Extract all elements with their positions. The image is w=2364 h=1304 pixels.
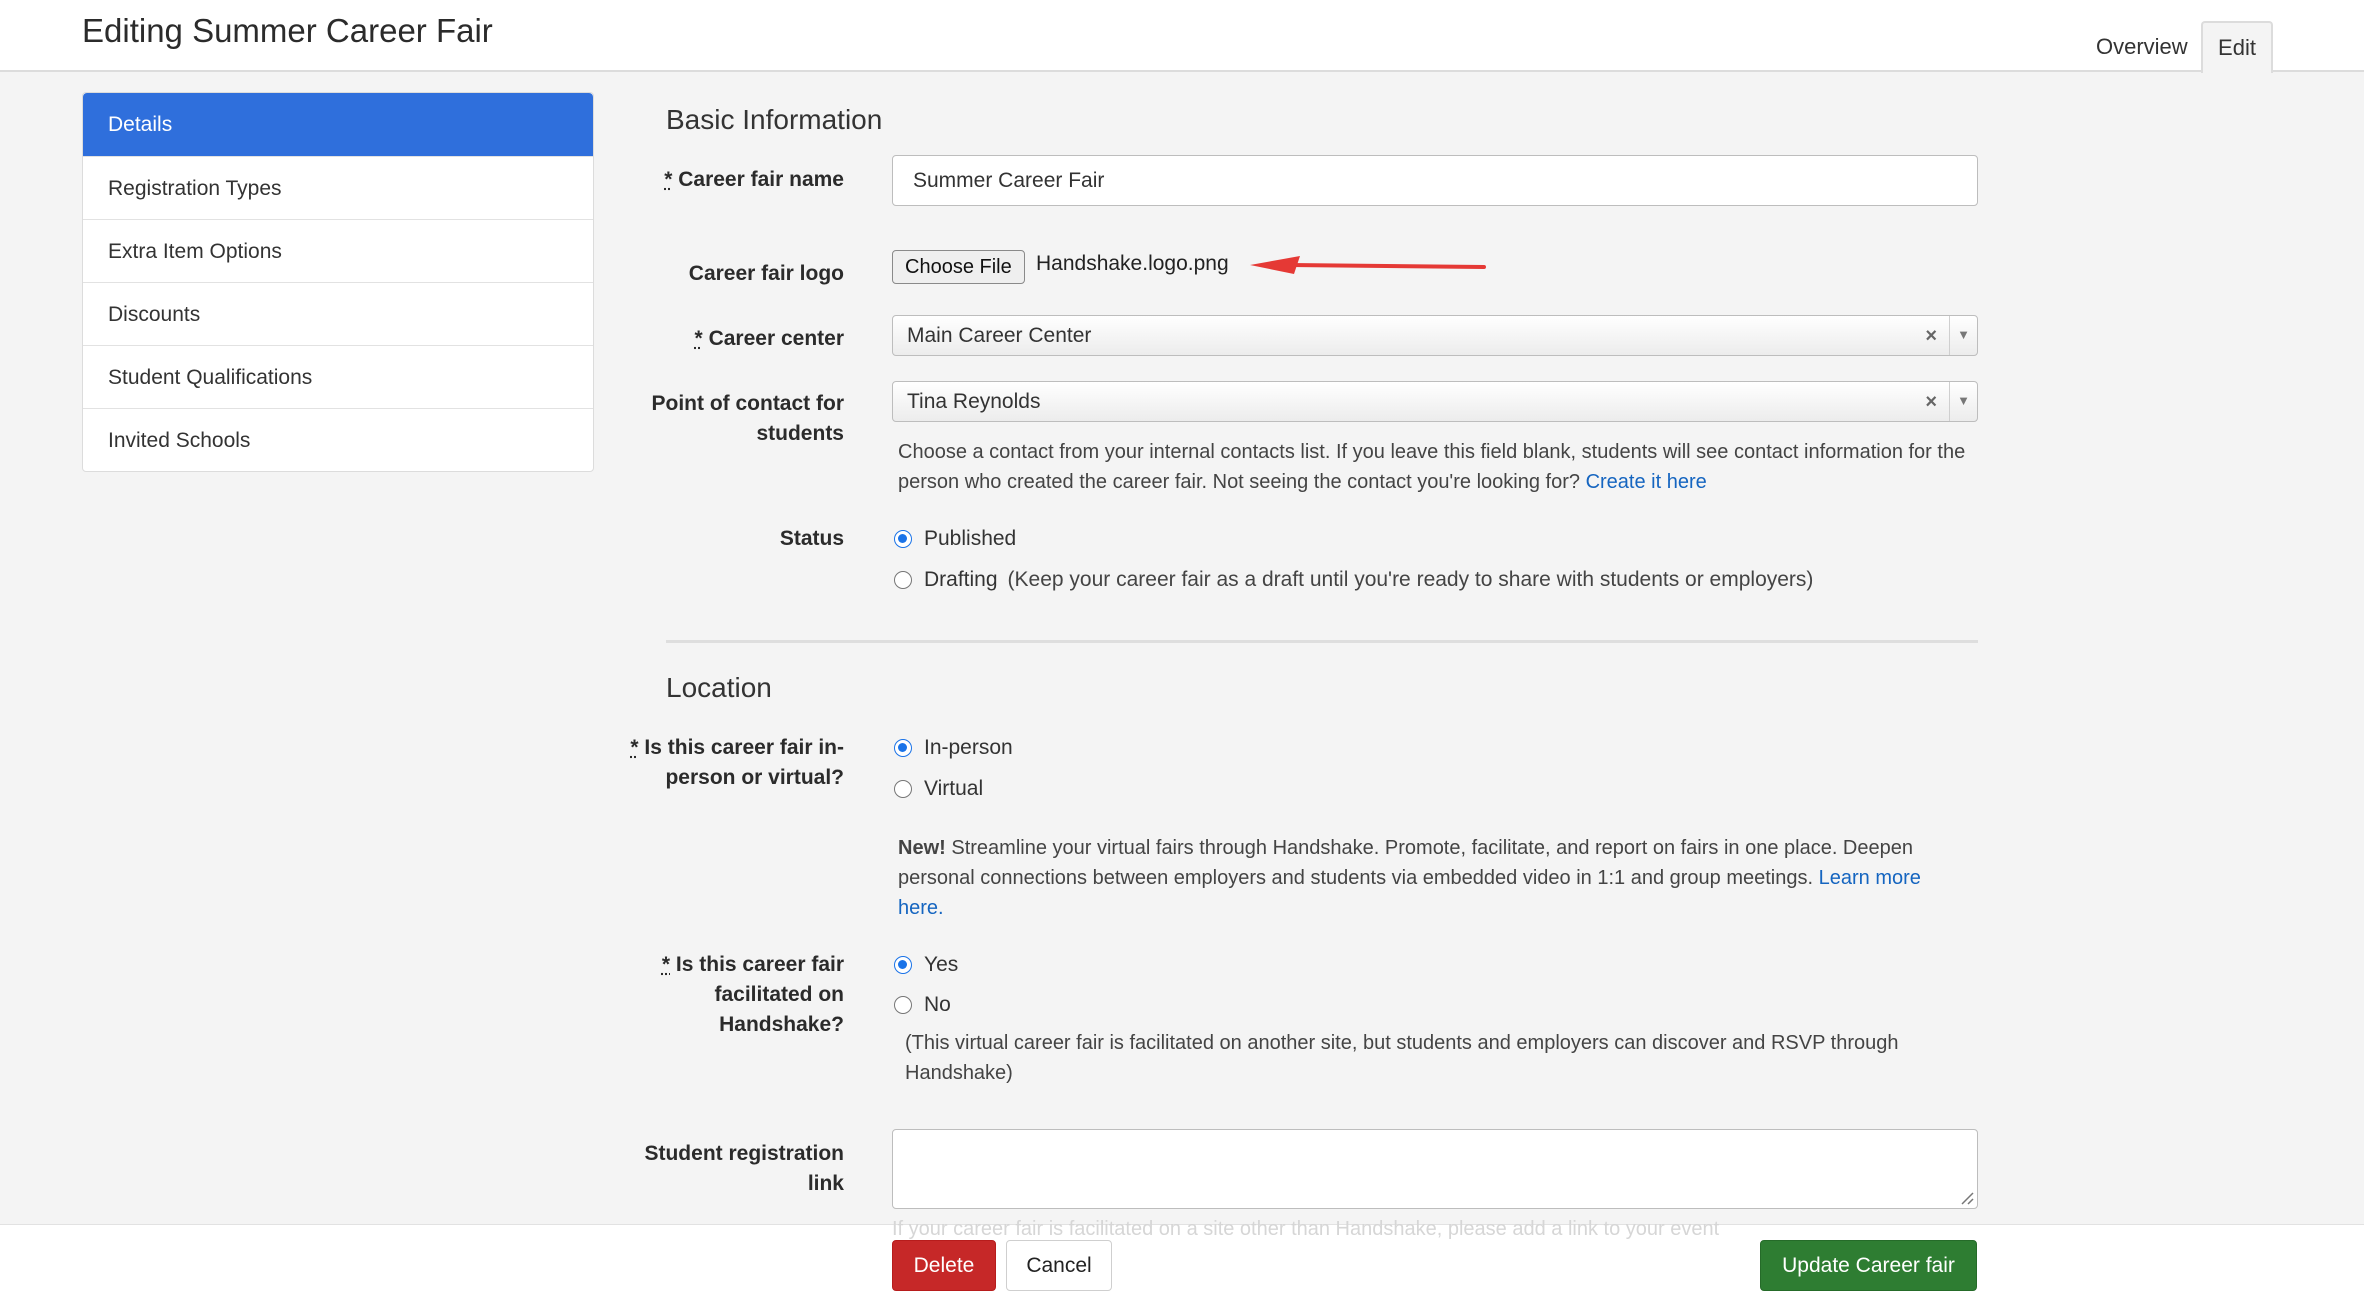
mode-option-in-person[interactable]: In-person bbox=[894, 733, 1013, 763]
virtual-fairs-promo: New! Streamline your virtual fairs throu… bbox=[898, 833, 1938, 923]
cancel-button[interactable]: Cancel bbox=[1006, 1240, 1112, 1291]
sidebar-item-student-qualifications[interactable]: Student Qualifications bbox=[83, 345, 593, 408]
radio-selected[interactable] bbox=[894, 530, 912, 548]
create-contact-link[interactable]: Create it here bbox=[1586, 471, 1707, 493]
radio-selected[interactable] bbox=[894, 956, 912, 974]
sidebar-item-details[interactable]: Details bbox=[83, 93, 593, 156]
mode-in-person-text: In-person bbox=[924, 736, 1013, 759]
radio-unselected[interactable] bbox=[894, 780, 912, 798]
status-option-drafting[interactable]: Drafting (Keep your career fair as a draf… bbox=[894, 565, 1813, 595]
promo-text: Streamline your virtual fairs through Ha… bbox=[898, 837, 1913, 889]
status-published-text: Published bbox=[924, 527, 1017, 550]
section-divider bbox=[666, 640, 1978, 643]
in-person-virtual-label-text: Is this career fair in-person or virtual… bbox=[644, 736, 844, 789]
chevron-down-icon[interactable]: ▼ bbox=[1949, 382, 1977, 421]
required-marker: * bbox=[630, 736, 639, 759]
sidebar-item-registration-types[interactable]: Registration Types bbox=[83, 156, 593, 219]
delete-button[interactable]: Delete bbox=[892, 1240, 996, 1291]
career-center-label-text: Career center bbox=[708, 327, 844, 350]
career-fair-name-label-text: Career fair name bbox=[678, 168, 844, 191]
point-of-contact-value: Tina Reynolds bbox=[907, 390, 1041, 413]
sidebar-item-invited-schools[interactable]: Invited Schools bbox=[83, 408, 593, 471]
radio-selected[interactable] bbox=[894, 739, 912, 757]
point-of-contact-help: Choose a contact from your internal cont… bbox=[898, 437, 1978, 497]
facilitated-on-handshake-label: * Is this career fair facilitated on Han… bbox=[604, 950, 844, 1040]
choose-file-button[interactable]: Choose File bbox=[892, 250, 1025, 284]
handshake-no-note: (This virtual career fair is facilitated… bbox=[905, 1032, 1899, 1084]
status-drafting-note: (Keep your career fair as a draft until … bbox=[1007, 568, 1814, 591]
required-marker: * bbox=[664, 168, 673, 191]
radio-unselected[interactable] bbox=[894, 571, 912, 589]
status-label: Status bbox=[779, 527, 844, 550]
tab-edit[interactable]: Edit bbox=[2201, 21, 2273, 73]
point-of-contact-label: Point of contact for students bbox=[651, 392, 845, 445]
career-fair-name-input[interactable] bbox=[892, 155, 1978, 206]
career-fair-logo-label: Career fair logo bbox=[688, 262, 844, 285]
registration-link-hint: If your career fair is facilitated on a … bbox=[892, 1218, 1720, 1240]
point-of-contact-select[interactable]: Tina Reynolds × ▼ bbox=[892, 381, 1978, 422]
selected-file-name: Handshake.logo.png bbox=[1036, 252, 1229, 275]
handshake-no-text: No bbox=[924, 993, 951, 1016]
section-title-basic-information: Basic Information bbox=[666, 104, 883, 135]
mode-option-virtual[interactable]: Virtual bbox=[894, 774, 983, 804]
career-center-value: Main Career Center bbox=[907, 324, 1092, 347]
update-career-fair-button[interactable]: Update Career fair bbox=[1760, 1240, 1977, 1291]
student-registration-link-label: Student registration link bbox=[644, 1142, 844, 1195]
in-person-virtual-label: * Is this career fair in-person or virtu… bbox=[604, 733, 844, 793]
tab-overview[interactable]: Overview bbox=[2078, 22, 2206, 72]
section-title-location: Location bbox=[666, 672, 772, 703]
status-option-published[interactable]: Published bbox=[894, 524, 1016, 554]
resize-grip-icon[interactable] bbox=[1960, 1191, 1974, 1205]
sidebar-item-discounts[interactable]: Discounts bbox=[83, 282, 593, 345]
career-center-label: * Career center bbox=[604, 324, 844, 354]
required-marker: * bbox=[694, 327, 703, 350]
promo-new-badge: New! bbox=[898, 837, 946, 859]
page-title: Editing Summer Career Fair bbox=[82, 12, 493, 49]
clear-icon[interactable]: × bbox=[1925, 382, 1937, 422]
sidebar-item-extra-item-options[interactable]: Extra Item Options bbox=[83, 219, 593, 282]
annotation-arrow-icon bbox=[1250, 256, 1486, 274]
radio-unselected[interactable] bbox=[894, 996, 912, 1014]
status-drafting-text: Drafting bbox=[924, 568, 998, 591]
handshake-yes-text: Yes bbox=[924, 953, 959, 976]
handshake-option-yes[interactable]: Yes bbox=[894, 950, 958, 980]
sidebar: Details Registration Types Extra Item Op… bbox=[82, 92, 594, 472]
clear-icon[interactable]: × bbox=[1925, 316, 1937, 356]
point-of-contact-help-text: Choose a contact from your internal cont… bbox=[898, 441, 1966, 493]
mode-virtual-text: Virtual bbox=[924, 777, 984, 800]
career-fair-name-label: * Career fair name bbox=[604, 165, 844, 195]
required-marker: * bbox=[661, 953, 671, 976]
student-registration-link-input[interactable] bbox=[892, 1129, 1978, 1209]
top-bar: Editing Summer Career Fair Overview Edit bbox=[0, 0, 2364, 73]
career-center-select[interactable]: Main Career Center × ▼ bbox=[892, 315, 1978, 356]
chevron-down-icon[interactable]: ▼ bbox=[1949, 316, 1977, 355]
facilitated-on-handshake-label-text: Is this career fair facilitated on Hands… bbox=[675, 953, 844, 1036]
handshake-option-no[interactable]: No bbox=[894, 990, 951, 1020]
